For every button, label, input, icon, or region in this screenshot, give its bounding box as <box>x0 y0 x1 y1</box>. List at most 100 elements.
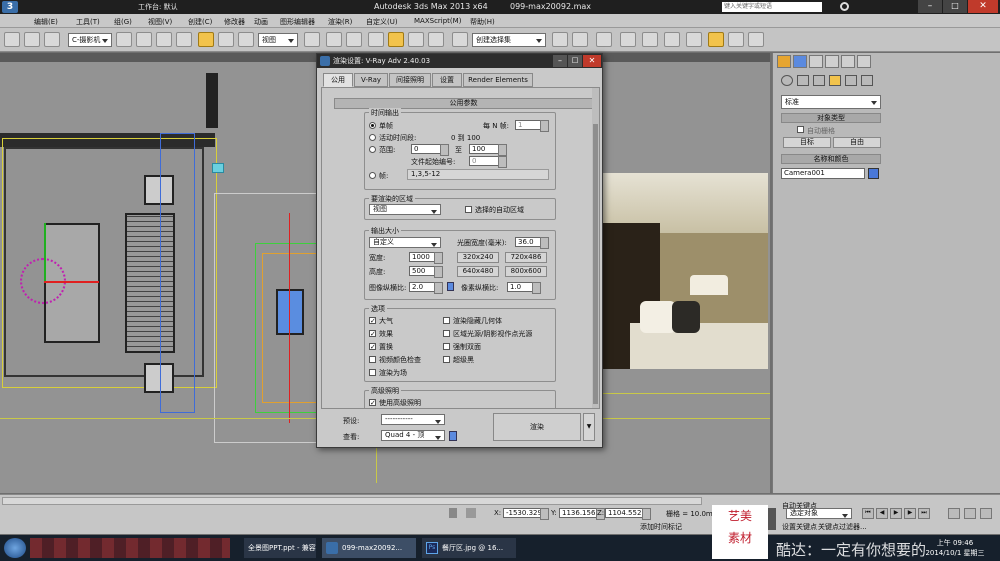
menu-rendering[interactable]: 渲染(R) <box>328 17 352 27</box>
edit-named-sets-icon[interactable] <box>452 32 468 47</box>
close-button[interactable]: ✕ <box>968 0 998 13</box>
keyboard-shortcut-icon[interactable] <box>346 32 362 47</box>
image-aspect-field[interactable]: 2.0 <box>409 282 443 294</box>
set-key-label[interactable]: 设置关键点 <box>782 522 817 532</box>
maximize-button[interactable]: □ <box>943 0 967 13</box>
layer-manager-icon[interactable] <box>596 32 612 47</box>
mirror-icon[interactable] <box>552 32 568 47</box>
play-icon[interactable]: ▶ <box>890 508 902 519</box>
undo-icon[interactable] <box>4 32 20 47</box>
active-segment-radio[interactable] <box>369 134 376 141</box>
view-dropdown[interactable]: Quad 4 - 顶 <box>381 430 445 441</box>
frames-radio[interactable] <box>369 172 376 179</box>
axis-gizmo-x[interactable] <box>44 281 99 283</box>
menu-maxscript[interactable]: MAXScript(M) <box>414 17 461 25</box>
render-setup-icon[interactable] <box>708 32 724 47</box>
pan-icon[interactable] <box>964 508 976 519</box>
output-size-dropdown[interactable]: 自定义 <box>369 237 441 248</box>
lights-icon[interactable] <box>813 75 825 86</box>
display-tab-icon[interactable] <box>841 55 855 68</box>
curve-editor-icon[interactable] <box>642 32 658 47</box>
width-field[interactable]: 1000 <box>409 252 443 264</box>
aperture-field[interactable]: 36.0 <box>515 237 549 249</box>
dialog-title-bar[interactable]: 渲染设置: V-Ray Adv 2.40.03 – □ ✕ <box>317 54 602 68</box>
preset-320x240-button[interactable]: 320x240 <box>457 252 499 263</box>
tab-settings[interactable]: 设置 <box>432 73 462 87</box>
menu-create[interactable]: 创建(C) <box>188 17 212 27</box>
link-icon[interactable] <box>24 32 40 47</box>
window-crossing-icon[interactable] <box>176 32 192 47</box>
taskbar-item-ppt[interactable]: 全景图PPT.ppt - 兼容... <box>244 538 316 558</box>
material-editor-icon[interactable] <box>686 32 702 47</box>
motion-tab-icon[interactable] <box>825 55 839 68</box>
free-camera-button[interactable]: 自由 <box>833 137 881 148</box>
menu-views[interactable]: 视图(V) <box>148 17 172 27</box>
render-hidden-checkbox[interactable] <box>443 317 450 324</box>
single-frame-radio[interactable] <box>369 122 376 129</box>
super-black-checkbox[interactable] <box>443 356 450 363</box>
preset-640x480-button[interactable]: 640x480 <box>457 266 499 277</box>
search-input[interactable]: 键入关键字或短语 <box>722 2 822 12</box>
render-to-fields-checkbox[interactable] <box>369 369 376 376</box>
tab-render-elements[interactable]: Render Elements <box>463 73 533 87</box>
add-time-tag-button[interactable]: 添加时间标记 <box>640 522 700 532</box>
key-filters-label[interactable]: 关键点过滤器... <box>818 522 867 532</box>
object-type-rollout[interactable]: 对象类型 <box>781 113 881 123</box>
menu-modifiers[interactable]: 修改器 <box>224 17 245 27</box>
clock[interactable]: 上午 09:46 2014/10/1 星期三 <box>920 538 990 558</box>
autogrid-checkbox[interactable] <box>797 126 804 133</box>
render-dropdown-arrow-icon[interactable]: ▼ <box>583 413 595 441</box>
plan-cyan-target[interactable] <box>212 163 224 173</box>
selection-filter-dropdown[interactable]: C-摄影机 <box>68 33 112 47</box>
every-n-field[interactable]: 1 <box>515 120 549 132</box>
cameras-icon[interactable] <box>829 75 841 86</box>
lock-aspect-icon[interactable] <box>447 282 454 291</box>
spinner-snap-icon[interactable] <box>428 32 444 47</box>
range-radio[interactable] <box>369 146 376 153</box>
modify-tab-icon[interactable] <box>793 55 807 68</box>
target-camera-button[interactable]: 目标 <box>783 137 831 148</box>
graphite-tools-icon[interactable] <box>620 32 636 47</box>
camera-name-field[interactable]: Camera001 <box>781 168 865 179</box>
lock-selection-icon[interactable] <box>449 508 457 518</box>
tab-indirect-illumination[interactable]: 间接照明 <box>389 73 431 87</box>
atmospherics-checkbox[interactable]: ✓ <box>369 317 376 325</box>
unlink-icon[interactable] <box>44 32 60 47</box>
video-color-check-checkbox[interactable] <box>369 356 376 363</box>
object-color-swatch[interactable] <box>868 168 879 179</box>
move-icon[interactable] <box>198 32 214 47</box>
x-coord-field[interactable]: -1530.329 <box>503 508 549 520</box>
selected-dropdown[interactable]: 选定对象 <box>786 508 852 519</box>
align-icon[interactable] <box>572 32 588 47</box>
reference-coord-dropdown[interactable]: 视图 <box>258 33 298 47</box>
menu-help[interactable]: 帮助(H) <box>470 17 495 27</box>
dialog-close-button[interactable]: ✕ <box>583 55 601 67</box>
tab-vray[interactable]: V-Ray <box>354 73 388 87</box>
pixel-aspect-field[interactable]: 1.0 <box>507 282 541 294</box>
render-production-icon[interactable] <box>748 32 764 47</box>
menu-animation[interactable]: 动画 <box>254 17 268 27</box>
displacement-checkbox[interactable]: ✓ <box>369 343 376 351</box>
named-selection-set-dropdown[interactable]: 创建选择集 <box>472 33 546 47</box>
geometry-icon[interactable] <box>781 75 793 86</box>
zoom-icon[interactable] <box>948 508 960 519</box>
name-color-rollout[interactable]: 名称和颜色 <box>781 154 881 164</box>
select-manipulate-icon[interactable] <box>326 32 342 47</box>
rect-select-icon[interactable] <box>156 32 172 47</box>
utilities-tab-icon[interactable] <box>857 55 871 68</box>
minimize-button[interactable]: – <box>918 0 942 13</box>
scale-icon[interactable] <box>238 32 254 47</box>
spacewarps-icon[interactable] <box>861 75 873 86</box>
file-number-base-field[interactable]: 0 <box>469 156 507 168</box>
preset-800x600-button[interactable]: 800x600 <box>505 266 547 277</box>
hierarchy-tab-icon[interactable] <box>809 55 823 68</box>
menu-customize[interactable]: 自定义(U) <box>366 17 398 27</box>
menu-group[interactable]: 组(G) <box>114 17 132 27</box>
dialog-scroll-thumb[interactable] <box>593 124 598 404</box>
timeline-track[interactable] <box>2 497 702 505</box>
rendered-frame-icon[interactable] <box>728 32 744 47</box>
range-to-field[interactable]: 100 <box>469 144 507 156</box>
app-logo-icon[interactable]: 3 <box>2 1 18 13</box>
workspace-label[interactable]: 工作台: 默认 <box>138 2 178 12</box>
angle-snap-icon[interactable] <box>388 32 404 47</box>
